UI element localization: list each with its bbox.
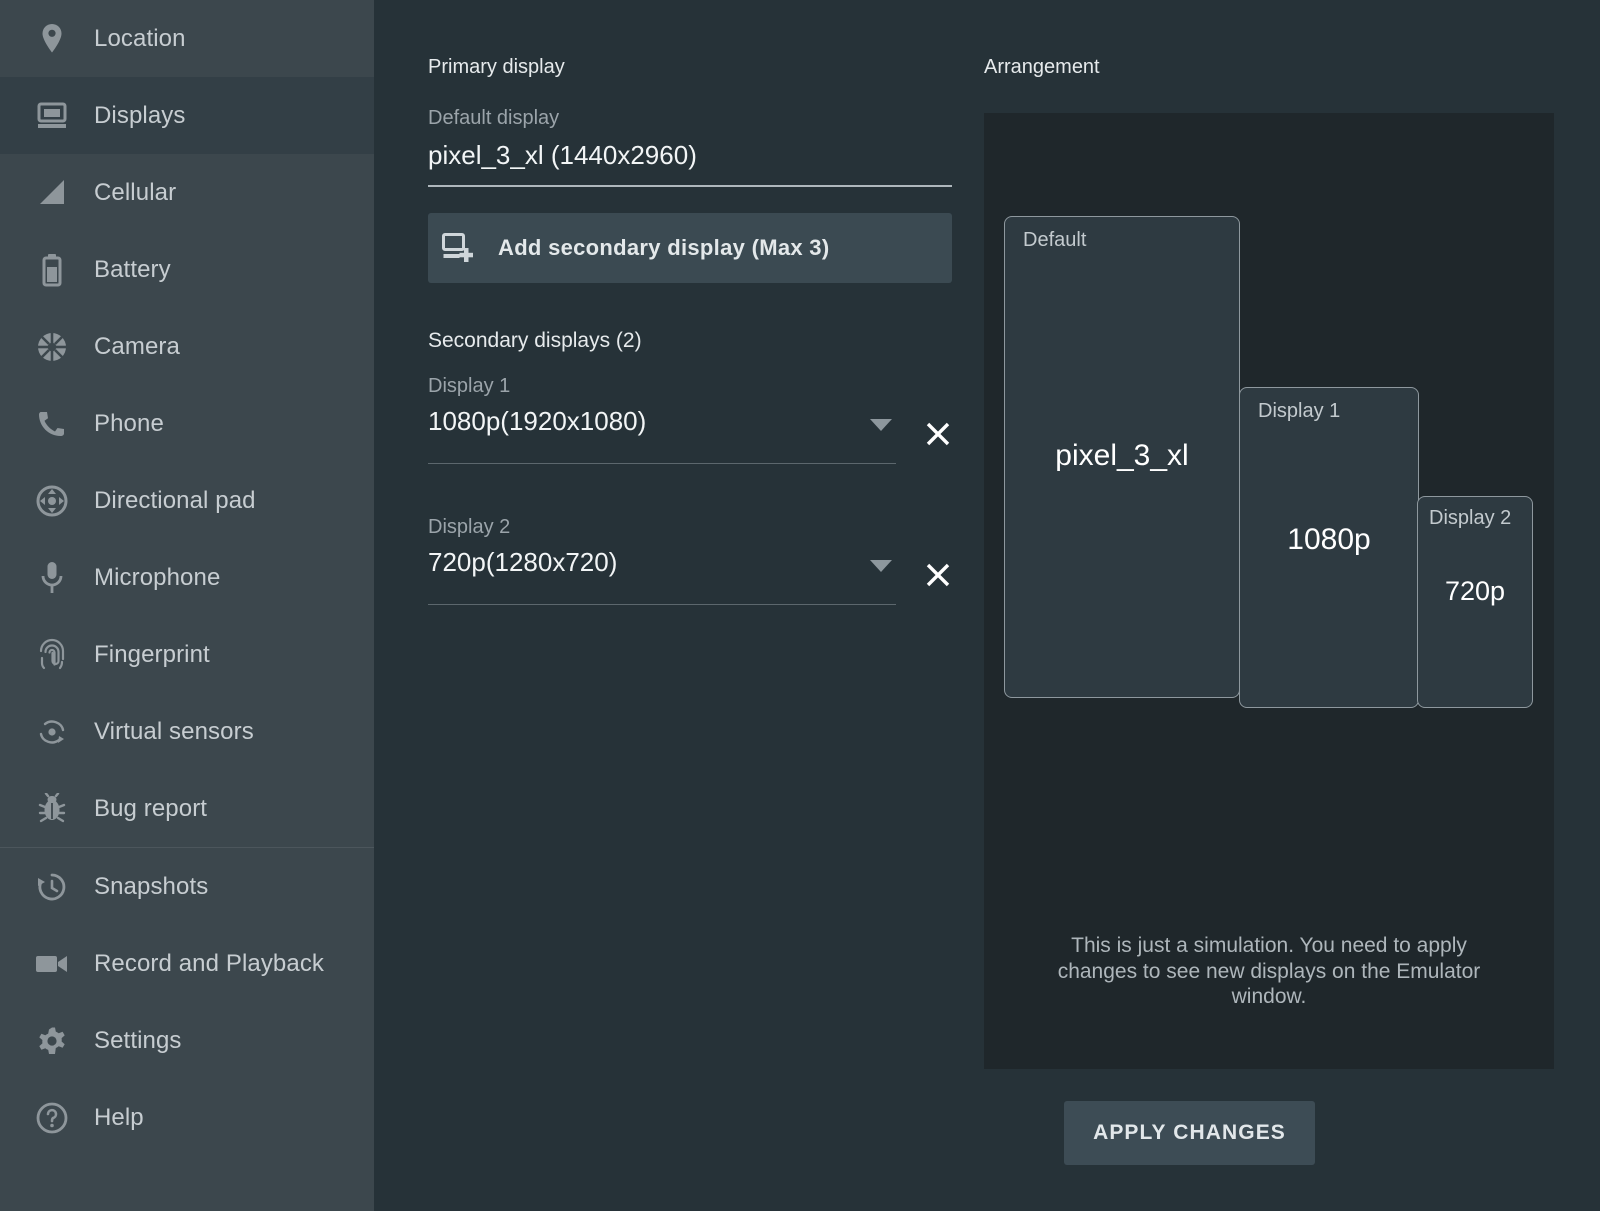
main-content: Primary display Default display pixel_3_… [374, 0, 1600, 1211]
sidebar-item-microphone[interactable]: Microphone [0, 539, 374, 616]
arrangement-preview-panel: Default pixel_3_xl Display 1 1080p Displ… [984, 113, 1554, 1069]
sidebar-item-label: Directional pad [94, 487, 256, 515]
sidebar-item-battery[interactable]: Battery [0, 231, 374, 308]
arrangement-card-title: Display 1 [1258, 400, 1340, 423]
default-display-label: Default display [428, 107, 958, 130]
sidebar-item-bug-report[interactable]: Bug report [0, 770, 374, 847]
history-clock-icon [32, 867, 72, 907]
arrangement-title: Arrangement [984, 56, 1564, 79]
primary-display-section-title: Primary display [428, 56, 958, 79]
sidebar-item-help[interactable]: Help [0, 1079, 374, 1156]
signal-bars-icon [32, 173, 72, 213]
sidebar-item-label: Record and Playback [94, 950, 324, 978]
arrangement-card-title: Default [1023, 229, 1086, 252]
sidebar-item-label: Virtual sensors [94, 718, 254, 746]
close-x-icon [924, 420, 952, 451]
question-mark-circle-icon [32, 1098, 72, 1138]
arrangement-card-display-1[interactable]: Display 1 1080p [1239, 387, 1419, 708]
secondary-display-row: Display 1 1080p(1920x1080) [428, 375, 958, 464]
displays-form-column: Primary display Default display pixel_3_… [428, 0, 958, 605]
sidebar-item-label: Cellular [94, 179, 176, 207]
sidebar-item-fingerprint[interactable]: Fingerprint [0, 616, 374, 693]
display-1-resolution-value: 1080p(1920x1080) [428, 406, 896, 449]
display-2-resolution-value: 720p(1280x720) [428, 547, 896, 590]
arrangement-card-resolution: 1080p [1240, 523, 1418, 557]
sidebar-item-label: Fingerprint [94, 641, 210, 669]
display-2-remove-button[interactable] [918, 556, 958, 596]
display-2-resolution-select[interactable]: 720p(1280x720) [428, 547, 896, 605]
dpad-icon [32, 481, 72, 521]
battery-icon [32, 250, 72, 290]
sidebar-item-snapshots[interactable]: Snapshots [0, 848, 374, 925]
sidebar-item-label: Displays [94, 102, 186, 130]
sidebar-item-label: Phone [94, 410, 164, 438]
fingerprint-icon [32, 635, 72, 675]
sidebar-item-settings[interactable]: Settings [0, 1002, 374, 1079]
apply-changes-button[interactable]: APPLY CHANGES [1064, 1101, 1315, 1165]
default-display-value-row: pixel_3_xl (1440x2960) [428, 140, 958, 171]
sidebar-item-camera[interactable]: Camera [0, 308, 374, 385]
arrangement-card-title: Display 2 [1429, 507, 1511, 530]
camera-aperture-icon [32, 327, 72, 367]
arrangement-card-resolution: pixel_3_xl [1005, 439, 1239, 473]
sidebar-item-phone[interactable]: Phone [0, 385, 374, 462]
default-display-value: pixel_3_xl (1440x2960) [428, 140, 958, 171]
sidebar-item-label: Settings [94, 1027, 182, 1055]
arrangement-card-default[interactable]: Default pixel_3_xl [1004, 216, 1240, 698]
arrangement-column: Arrangement Default pixel_3_xl Display 1… [984, 0, 1564, 1069]
phone-handset-icon [32, 404, 72, 444]
secondary-display-row: Display 2 720p(1280x720) [428, 516, 958, 605]
sidebar-item-label: Help [94, 1104, 144, 1132]
display-1-label: Display 1 [428, 375, 958, 398]
chevron-down-icon [870, 559, 892, 578]
monitor-icon [32, 96, 72, 136]
display-1-remove-button[interactable] [918, 415, 958, 455]
close-x-icon [924, 561, 952, 592]
sidebar-item-record-and-playback[interactable]: Record and Playback [0, 925, 374, 1002]
sidebar-item-virtual-sensors[interactable]: Virtual sensors [0, 693, 374, 770]
bug-icon [32, 789, 72, 829]
arrangement-card-display-2[interactable]: Display 2 720p [1417, 496, 1533, 708]
rotation-sensor-icon [32, 712, 72, 752]
add-secondary-display-button[interactable]: Add secondary display (Max 3) [428, 213, 952, 283]
location-pin-icon [32, 19, 72, 59]
display-2-controls: 720p(1280x720) [428, 547, 958, 605]
add-secondary-display-label: Add secondary display (Max 3) [498, 235, 829, 261]
emulator-extended-controls: Location Displays Cellular Battery Camera Pho… [0, 0, 1600, 1211]
display-2-label: Display 2 [428, 516, 958, 539]
display-2-underline [428, 604, 896, 605]
sidebar-item-label: Snapshots [94, 873, 208, 901]
sidebar-item-label: Camera [94, 333, 180, 361]
sidebar-item-cellular[interactable]: Cellular [0, 154, 374, 231]
sidebar-item-label: Bug report [94, 795, 207, 823]
sidebar-item-directional-pad[interactable]: Directional pad [0, 462, 374, 539]
microphone-icon [32, 558, 72, 598]
secondary-displays-heading: Secondary displays (2) [428, 329, 958, 353]
chevron-down-icon [870, 418, 892, 437]
sidebar-item-displays[interactable]: Displays [0, 77, 374, 154]
sidebar-item-label: Microphone [94, 564, 220, 592]
display-1-resolution-select[interactable]: 1080p(1920x1080) [428, 406, 896, 464]
sidebar-item-location[interactable]: Location [0, 0, 374, 77]
sidebar-nav: Location Displays Cellular Battery Camera Pho… [0, 0, 374, 1211]
arrangement-card-resolution: 720p [1418, 576, 1532, 607]
display-1-underline [428, 463, 896, 464]
add-display-icon [442, 233, 476, 263]
video-camera-icon [32, 944, 72, 984]
sidebar-item-label: Location [94, 25, 186, 53]
default-display-underline [428, 185, 952, 187]
simulation-note: This is just a simulation. You need to a… [1030, 933, 1508, 1010]
gear-icon [32, 1021, 72, 1061]
display-1-controls: 1080p(1920x1080) [428, 406, 958, 464]
sidebar-item-label: Battery [94, 256, 171, 284]
